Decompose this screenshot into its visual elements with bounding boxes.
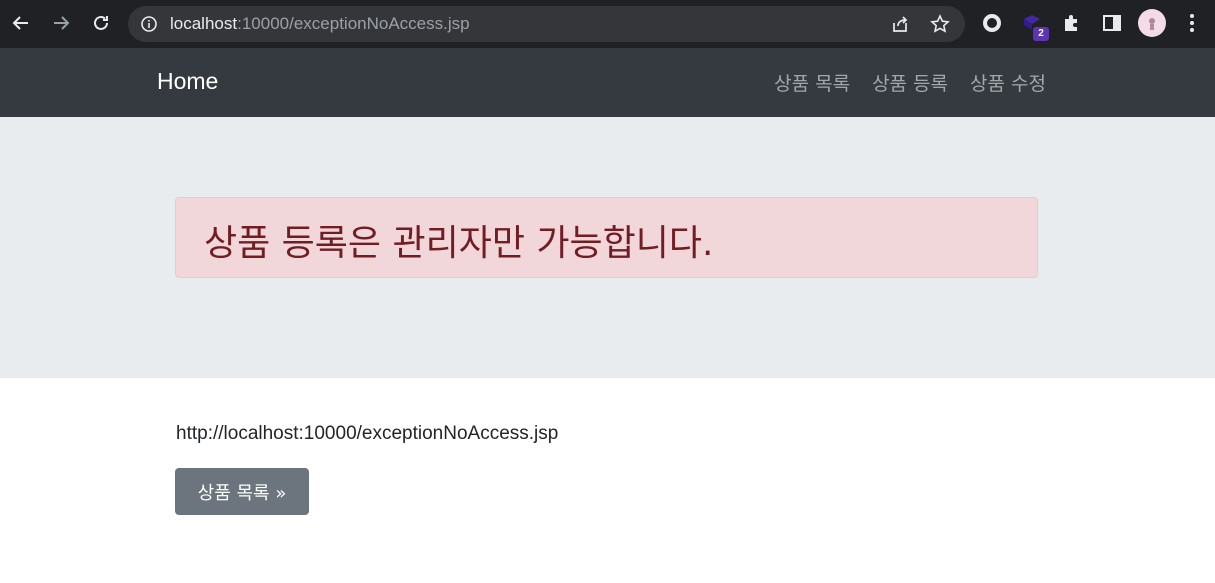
side-panel-icon[interactable] <box>1097 8 1127 38</box>
access-denied-alert: 상품 등록은 관리자만 가능합니다. <box>175 197 1038 278</box>
browser-toolbar: localhost:10000/exceptionNoAccess.jsp 2 <box>0 0 1215 48</box>
bookmark-star-icon[interactable] <box>930 14 950 34</box>
forward-arrow-icon[interactable] <box>46 8 76 38</box>
puzzle-extensions-icon[interactable] <box>1057 8 1087 38</box>
extension-circle-icon[interactable] <box>977 8 1007 38</box>
product-list-button[interactable]: 상품 목록 » <box>175 468 309 515</box>
alert-message: 상품 등록은 관리자만 가능합니다. <box>204 223 714 264</box>
site-info-icon[interactable] <box>140 15 158 33</box>
site-navbar: Home 상품 목록 상품 등록 상품 수정 <box>0 48 1215 117</box>
share-icon[interactable] <box>890 14 910 34</box>
navbar-links: 상품 목록 상품 등록 상품 수정 <box>774 69 1046 96</box>
jumbotron: 상품 등록은 관리자만 가능합니다. <box>0 117 1215 378</box>
nav-link-product-add[interactable]: 상품 등록 <box>872 69 948 96</box>
request-url-text: http://localhost:10000/exceptionNoAccess… <box>176 423 559 444</box>
profile-avatar-icon[interactable] <box>1137 8 1167 38</box>
back-arrow-icon[interactable] <box>6 8 36 38</box>
menu-dots-icon[interactable] <box>1177 8 1207 38</box>
nav-link-product-edit[interactable]: 상품 수정 <box>970 69 1046 96</box>
extension-badge: 2 <box>1033 27 1049 41</box>
navbar-brand-home[interactable]: Home <box>157 68 218 95</box>
reload-icon[interactable] <box>86 8 116 38</box>
address-bar[interactable]: localhost:10000/exceptionNoAccess.jsp <box>128 6 965 42</box>
address-url[interactable]: localhost:10000/exceptionNoAccess.jsp <box>170 14 470 34</box>
nav-link-product-list[interactable]: 상품 목록 <box>774 69 850 96</box>
